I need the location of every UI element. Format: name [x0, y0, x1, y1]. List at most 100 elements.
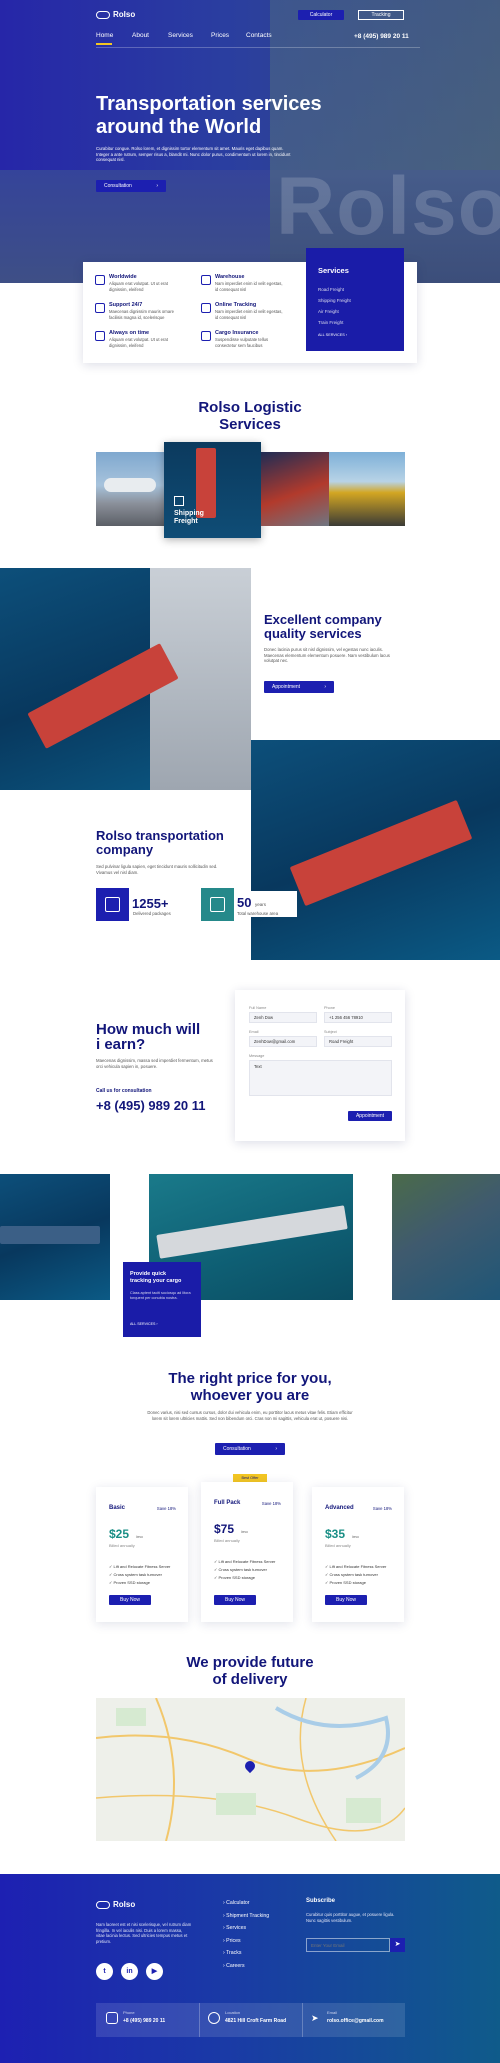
tracking-card-more[interactable]: ALL SERVICES › — [130, 1322, 158, 1326]
nav-phone[interactable]: +8 (495) 989 20 11 — [354, 33, 409, 40]
feature-text: Suspendisse vulputate tellus consectetur… — [215, 337, 269, 348]
plan-period: /mo — [241, 1529, 248, 1534]
contact-phone[interactable]: +8 (495) 989 20 11 — [123, 2018, 165, 2024]
form-submit-button[interactable]: Appointment — [348, 1111, 392, 1121]
footer-text: Nam laoreet est et nisi scelerisque, vel… — [96, 1922, 192, 1944]
appointment-form: Full Name Zenh Dow Phone +1 256 456 7891… — [235, 990, 405, 1141]
footer-link-label: Shipment Tracking — [226, 1912, 270, 1919]
feature-title: Online Tracking — [215, 302, 257, 308]
nav-home[interactable]: Home — [96, 32, 113, 39]
twitter-icon[interactable]: t — [96, 1963, 113, 1980]
plan-billing: Billed annually — [325, 1543, 351, 1548]
location-icon — [208, 2012, 220, 2024]
services-box-item[interactable]: Road Freight — [318, 284, 351, 295]
delivery-map[interactable] — [96, 1698, 405, 1841]
hero-section: Rolso — [0, 0, 500, 283]
pricing-consultation-button[interactable]: Consultation › — [215, 1443, 285, 1455]
subject-select[interactable]: Road Freight — [324, 1036, 392, 1047]
nav-about[interactable]: About — [132, 32, 149, 39]
shipping-freight-photo[interactable]: Shipping Freight — [164, 442, 261, 538]
arrow-right-icon: › — [324, 684, 326, 690]
train-photo[interactable] — [261, 452, 329, 526]
featured-service-label: Shipping Freight — [174, 510, 204, 526]
quality-title: Excellent company quality services — [264, 613, 382, 641]
hero-consultation-button[interactable]: Consultation › — [96, 180, 166, 192]
buy-now-button[interactable]: Buy Now — [325, 1595, 367, 1605]
send-icon[interactable]: ➤ — [390, 1938, 405, 1952]
services-box-title: Services — [318, 266, 349, 275]
contact-divider — [199, 2003, 200, 2037]
contact-email[interactable]: rolso.office@gmail.com — [327, 2018, 384, 2024]
footer-link[interactable]: › Shipment Tracking — [223, 1910, 269, 1923]
logistic-title-line1: Rolso Logistic — [198, 399, 302, 416]
youtube-icon[interactable]: ▶ — [146, 1963, 163, 1980]
tracking-button[interactable]: Tracking — [358, 10, 404, 20]
footer-link[interactable]: › Calculator — [223, 1897, 269, 1910]
nav-services[interactable]: Services — [168, 32, 193, 39]
featured-service-label-line1: Shipping — [174, 510, 204, 517]
buy-now-button[interactable]: Buy Now — [214, 1595, 256, 1605]
services-box-item[interactable]: Shipping Freight — [318, 295, 351, 306]
port-aerial-photo — [392, 1174, 500, 1300]
footer-link[interactable]: › Services — [223, 1922, 269, 1935]
subscribe-title: Subscribe — [306, 1898, 336, 1904]
nav-logo[interactable]: Rolso — [96, 10, 135, 19]
plan-name: Full Pack — [214, 1500, 241, 1506]
airplane-photo[interactable] — [96, 452, 164, 526]
email-input[interactable]: ZenhDow@gmail.com — [249, 1036, 317, 1047]
shield-icon — [201, 331, 211, 341]
stat2-unit: years — [255, 902, 267, 907]
plan-feature: ✓ Cross system task turnover — [109, 1572, 162, 1577]
plan-feature: ✓ Cross system task turnover — [214, 1567, 267, 1572]
featured-service-label-line2: Freight — [174, 518, 198, 525]
logistic-title-line2: Services — [219, 416, 281, 433]
delivery-title: We provide future of delivery — [0, 1654, 500, 1688]
hero-text: Curabitur congue. Rolso lorem, et dignis… — [96, 146, 291, 162]
services-box-item[interactable]: Train Freight — [318, 317, 351, 328]
footer-logo[interactable]: Rolso — [96, 1900, 135, 1909]
nav-prices[interactable]: Prices — [211, 32, 229, 39]
services-box: Services Road Freight Shipping Freight A… — [306, 248, 404, 351]
quality-text: Donec lacinia purus sit nisl dignissim, … — [264, 647, 390, 663]
services-box-more[interactable]: ALL SERVICES › — [318, 333, 347, 337]
linkedin-icon[interactable]: in — [121, 1963, 138, 1980]
calculator-button[interactable]: Calculator — [298, 10, 344, 20]
nav-contacts[interactable]: Contacts — [246, 32, 272, 39]
footer-links: › Calculator › Shipment Tracking › Servi… — [223, 1897, 269, 1972]
pricing-card-advanced: Advanced Save 18% $35 /mo Billed annuall… — [312, 1487, 404, 1622]
tracking-card-title-line2: tracking your cargo — [130, 1278, 182, 1284]
footer-link[interactable]: › Prices — [223, 1935, 269, 1948]
ship-shape — [156, 1205, 348, 1259]
message-textarea[interactable]: Text — [249, 1060, 392, 1096]
plan-feature: ✓ Lift and Relocate Fitness Server — [325, 1564, 387, 1569]
delivery-title-line2: of delivery — [212, 1671, 288, 1688]
contact-phone-label: Phone — [123, 2010, 135, 2015]
plan-feature-text: Lift and Relocate Fitness Server — [113, 1564, 171, 1569]
phone-input[interactable]: +1 256 456 78910 — [324, 1012, 392, 1023]
tracking-card-text: Class aptent taciti sociosqu ad litora t… — [130, 1291, 191, 1300]
stat-warehouse-icon-box — [201, 888, 234, 921]
subscribe-email-input[interactable] — [306, 1938, 390, 1952]
stat1-value: 1255+ — [132, 896, 169, 911]
appointment-button[interactable]: Appointment › — [264, 681, 334, 693]
truck-photo[interactable] — [329, 452, 405, 526]
ship-shape — [0, 1226, 100, 1244]
phone-label: Phone — [324, 1006, 335, 1010]
plan-feature: ✓ Proven SSD storage — [325, 1580, 366, 1585]
arrow-right-icon: › — [275, 1446, 277, 1452]
earn-phone[interactable]: +8 (495) 989 20 11 — [96, 1098, 206, 1113]
buy-now-button[interactable]: Buy Now — [109, 1595, 151, 1605]
hero-title-line1: Transportation services — [96, 93, 322, 115]
subscribe-text: Curabitur quis porttitor augue, et posue… — [306, 1912, 395, 1923]
pricing-title: The right price for you, whoever you are — [0, 1370, 500, 1404]
pricing-title-line2: whoever you are — [190, 1387, 310, 1404]
warehouse-icon — [201, 275, 211, 285]
footer-link[interactable]: › Tracks — [223, 1947, 269, 1960]
phone-icon — [106, 2012, 118, 2024]
full-name-input[interactable]: Zenh Dow — [249, 1012, 317, 1023]
feature-text: Nam imperdiet enim id velit egestas, id … — [215, 281, 283, 292]
services-box-item[interactable]: Air Freight — [318, 306, 351, 317]
footer-link[interactable]: › Careers — [223, 1960, 269, 1973]
stat2-box: 50 years Total warehouse area — [237, 891, 297, 917]
quality-title-line1: Excellent company — [264, 612, 382, 627]
